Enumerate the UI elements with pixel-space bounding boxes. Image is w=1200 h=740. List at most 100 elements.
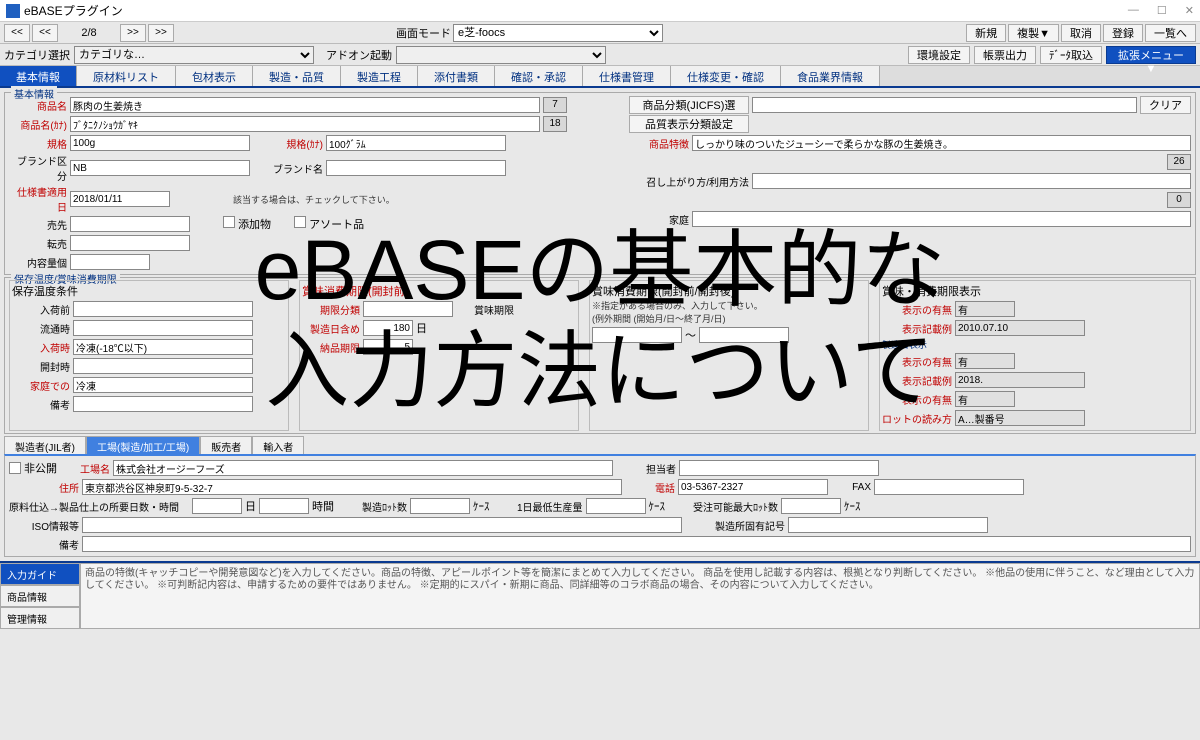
storage-group: 保存温度/賞味消費期限 保存温度条件 入荷前 流通時 入荷時 開封時 家庭での … <box>4 277 1196 434</box>
person-input[interactable] <box>679 460 879 476</box>
new-button[interactable]: 新規 <box>966 24 1006 42</box>
copy-button[interactable]: 複製▼ <box>1008 24 1059 42</box>
window-title: eBASEプラグイン <box>24 2 123 19</box>
tab-quality[interactable]: 製造・品質 <box>253 66 341 86</box>
home-input[interactable] <box>73 377 253 393</box>
feature-input[interactable] <box>692 135 1191 151</box>
class-button[interactable]: 商品分類(JICFS)選択 <box>629 96 749 114</box>
tab-process[interactable]: 製造工程 <box>341 66 418 86</box>
maker-section: 製造者(JIL者) 工場(製造/加工/工場) 販売者 輸入者 非公開 工場名 担… <box>4 436 1196 557</box>
tel-input[interactable] <box>678 479 828 495</box>
tab-docs[interactable]: 添付書類 <box>418 66 495 86</box>
category-label: カテゴリ選択 <box>4 47 70 63</box>
spec-kana-label: 規格(ｶﾅ) <box>253 136 323 151</box>
feature-label: 商品特徴 <box>629 136 689 151</box>
maximize-icon[interactable]: ☐ <box>1157 4 1167 17</box>
guide-tab-0[interactable]: 入力ガイド <box>0 563 80 585</box>
mid-legend: 賞味消費期限(開封前) <box>302 286 408 298</box>
limit-input[interactable] <box>363 339 413 355</box>
house-input[interactable] <box>692 211 1191 227</box>
arrival-input[interactable] <box>73 339 253 355</box>
qty-label: 内容量個 <box>9 255 67 270</box>
brand-div-input[interactable] <box>70 160 250 176</box>
category-select[interactable]: カテゴリな… <box>74 46 314 64</box>
disp-setting-button[interactable]: 品質表示分類設定 <box>629 115 749 133</box>
transit-input[interactable] <box>73 320 253 336</box>
cancel-button[interactable]: 取消 <box>1061 24 1101 42</box>
class-input[interactable] <box>752 97 1137 113</box>
addr-input[interactable] <box>82 479 622 495</box>
cook-count: 0 <box>1167 192 1191 208</box>
nav-last[interactable]: >> <box>148 24 174 42</box>
tab-package[interactable]: 包材表示 <box>176 66 253 86</box>
maker-tabs: 製造者(JIL者) 工場(製造/加工/工場) 販売者 輸入者 <box>4 436 1196 454</box>
tab-spec[interactable]: 仕様書管理 <box>583 66 671 86</box>
nav-prev[interactable]: << <box>32 24 58 42</box>
check-note: 該当する場合は、チェックして下さい。 <box>233 193 395 206</box>
sale-input[interactable] <box>70 216 190 232</box>
tab-food[interactable]: 食品業界情報 <box>781 66 880 86</box>
spec-kana-input[interactable] <box>326 135 506 151</box>
list-button[interactable]: 一覧へ <box>1145 24 1196 42</box>
range-legend: 賞味消費期限(開封前/開封後) <box>592 286 734 298</box>
feature-count: 26 <box>1167 154 1191 170</box>
spec-input[interactable] <box>70 135 250 151</box>
maker-tab-0[interactable]: 製造者(JIL者) <box>4 436 86 454</box>
rt-legend: 賞味・消費期限表示 <box>882 286 981 298</box>
tab-basic[interactable]: 基本情報 <box>0 66 77 86</box>
cook-label: 召し上がり方/利用方法 <box>629 174 749 189</box>
guide-text: 商品の特徴(キャッチコピーや開発意図など)を入力してください。商品の特徴、アピー… <box>80 563 1200 629</box>
clear-button[interactable]: クリア <box>1140 96 1191 114</box>
guide-tab-1[interactable]: 商品情報 <box>0 585 80 607</box>
brand-div-label: ブランド区分 <box>9 153 67 183</box>
tab-approve[interactable]: 確認・承認 <box>495 66 583 86</box>
nav-next[interactable]: >> <box>120 24 146 42</box>
additive-checkbox[interactable] <box>223 216 235 228</box>
page-indicator: 2/8 <box>64 27 114 39</box>
guide-section: 入力ガイド 商品情報 管理情報 商品の特徴(キャッチコピーや開発意図など)を入力… <box>0 561 1200 629</box>
output-button[interactable]: 帳票出力 <box>974 46 1036 64</box>
sale-label: 売先 <box>9 217 67 232</box>
maker-tab-2[interactable]: 販売者 <box>200 436 252 454</box>
mode-select[interactable]: e芝-foocs <box>453 24 663 42</box>
category-row: カテゴリ選択 カテゴリな… アドオン起動 環境設定 帳票出力 ﾃﾞｰﾀ取込 拡張… <box>0 44 1200 66</box>
basic-legend: 基本情報 <box>11 86 57 101</box>
minimize-icon[interactable]: — <box>1128 4 1139 17</box>
exp-limit-input[interactable] <box>363 301 453 317</box>
private-checkbox[interactable] <box>9 462 21 474</box>
tab-ingredients[interactable]: 原材料リスト <box>77 66 176 86</box>
addon-select[interactable] <box>396 46 606 64</box>
product-name-input[interactable] <box>70 97 540 113</box>
qty-input[interactable] <box>70 254 150 270</box>
resale-input[interactable] <box>70 235 190 251</box>
import-button[interactable]: ﾃﾞｰﾀ取込 <box>1040 46 1102 64</box>
register-button[interactable]: 登録 <box>1103 24 1143 42</box>
assort-checkbox[interactable] <box>294 216 306 228</box>
maker-tab-3[interactable]: 輸入者 <box>252 436 304 454</box>
product-kana-count: 18 <box>543 116 567 132</box>
nav-first[interactable]: << <box>4 24 30 42</box>
titlebar: eBASEプラグイン — ☐ ✕ <box>0 0 1200 22</box>
product-name-count: 7 <box>543 97 567 113</box>
storage-note-input[interactable] <box>73 396 253 412</box>
before-input[interactable] <box>73 301 253 317</box>
toolbar: << << 2/8 >> >> 画面モード e芝-foocs 新規 複製▼ 取消… <box>0 22 1200 44</box>
close-icon[interactable]: ✕ <box>1185 4 1194 17</box>
tab-change[interactable]: 仕様変更・確認 <box>671 66 781 86</box>
cook-input[interactable] <box>752 173 1191 189</box>
env-button[interactable]: 環境設定 <box>908 46 970 64</box>
product-kana-input[interactable] <box>70 116 540 132</box>
make-from-input[interactable] <box>363 320 413 336</box>
resale-label: 転売 <box>9 236 67 251</box>
spec-label: 規格 <box>9 136 67 151</box>
maker-tab-1[interactable]: 工場(製造/加工/工場) <box>86 436 200 454</box>
fax-input[interactable] <box>874 479 1024 495</box>
ext-menu-button[interactable]: 拡張メニュー▼ <box>1106 46 1196 64</box>
apply-date-input[interactable] <box>70 191 170 207</box>
open-input[interactable] <box>73 358 253 374</box>
addon-label: アドオン起動 <box>326 47 392 63</box>
guide-tab-2[interactable]: 管理情報 <box>0 607 80 629</box>
app-icon <box>6 4 20 18</box>
factory-input[interactable] <box>113 460 613 476</box>
brand-name-input[interactable] <box>326 160 506 176</box>
